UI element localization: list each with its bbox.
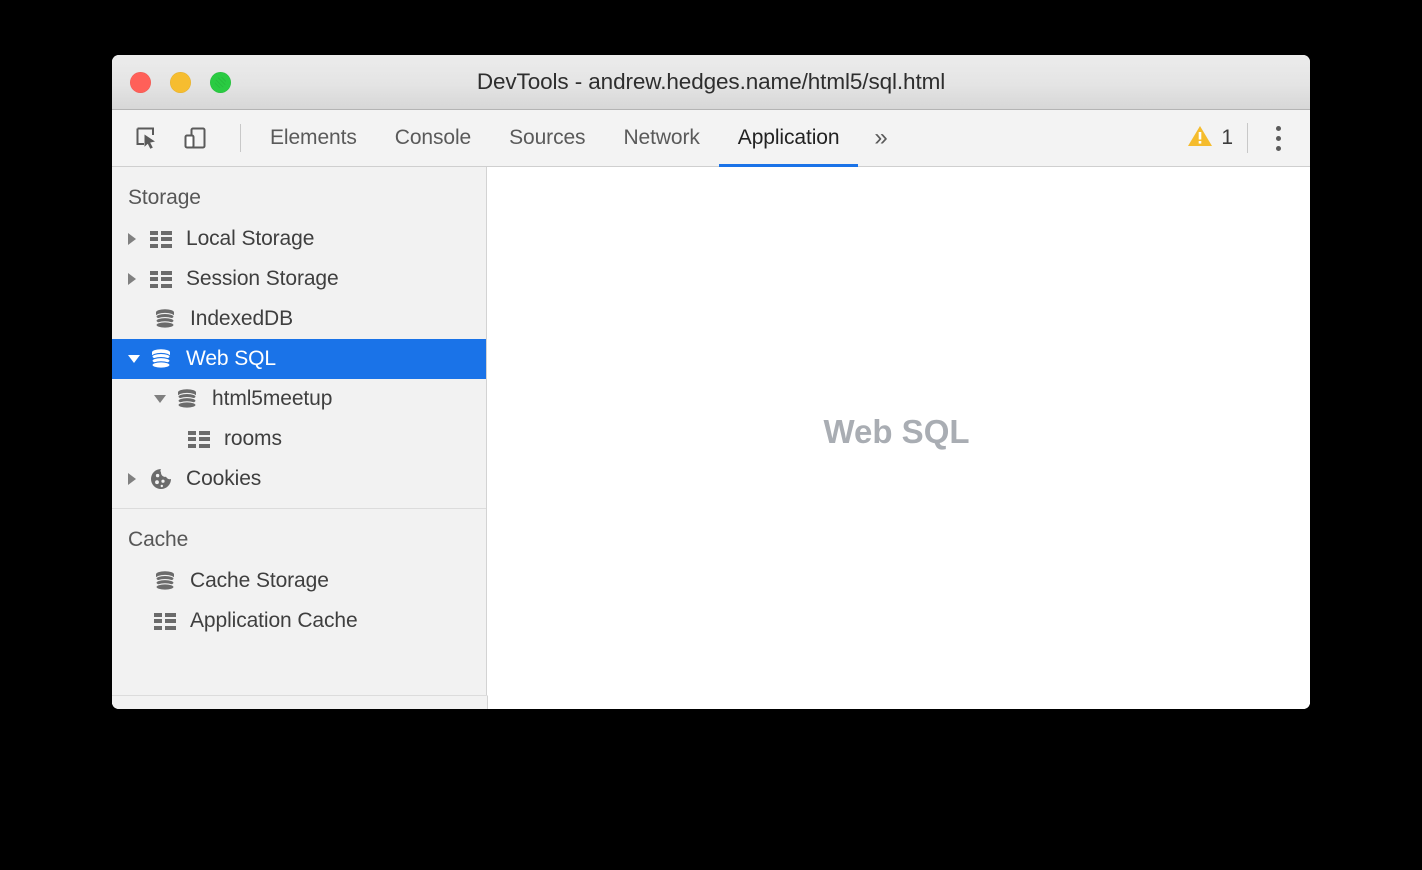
- window-title: DevTools - andrew.hedges.name/html5/sql.…: [112, 69, 1310, 95]
- window-bottom-strip: [112, 695, 1310, 709]
- devtools-content: Storage Local Storage Session Storage: [112, 167, 1310, 708]
- sidebar-item-label: IndexedDB: [190, 307, 293, 331]
- collapse-arrow-icon[interactable]: [128, 355, 150, 363]
- tab-sources[interactable]: Sources: [490, 110, 604, 166]
- tab-network[interactable]: Network: [604, 110, 718, 166]
- table-icon: [188, 431, 216, 448]
- sidebar-item-cache-storage[interactable]: Cache Storage: [112, 561, 486, 601]
- database-icon: [154, 571, 182, 591]
- sidebar-item-session-storage[interactable]: Session Storage: [112, 259, 486, 299]
- devtools-window: DevTools - andrew.hedges.name/html5/sql.…: [112, 55, 1310, 709]
- table-icon: [154, 613, 182, 630]
- sidebar-item-label: html5meetup: [212, 387, 332, 411]
- section-title-cache: Cache: [112, 523, 486, 561]
- devtools-tab-bar: Elements Console Sources Network Applica…: [251, 110, 902, 166]
- application-main-panel: Web SQL: [487, 167, 1310, 708]
- warning-count: 1: [1221, 126, 1233, 150]
- sidebar-item-local-storage[interactable]: Local Storage: [112, 219, 486, 259]
- expand-arrow-icon[interactable]: [128, 233, 150, 245]
- maximize-window-button[interactable]: [210, 72, 231, 93]
- collapse-arrow-icon[interactable]: [154, 395, 176, 403]
- cookie-icon: [150, 468, 178, 490]
- sidebar-item-application-cache[interactable]: Application Cache: [112, 601, 486, 641]
- database-icon: [154, 309, 182, 329]
- database-icon: [150, 349, 178, 369]
- sidebar-item-rooms[interactable]: rooms: [112, 419, 486, 459]
- sidebar-item-web-sql[interactable]: Web SQL: [112, 339, 486, 379]
- section-title-storage: Storage: [112, 181, 486, 219]
- window-titlebar: DevTools - andrew.hedges.name/html5/sql.…: [112, 55, 1310, 110]
- sidebar-item-label: Cookies: [186, 467, 261, 491]
- tab-elements[interactable]: Elements: [251, 110, 376, 166]
- panel-placeholder-title: Web SQL: [823, 413, 969, 451]
- more-tabs-icon[interactable]: »: [858, 110, 901, 166]
- application-sidebar: Storage Local Storage Session Storage: [112, 167, 487, 708]
- warning-triangle-icon: [1187, 124, 1213, 153]
- sidebar-item-label: Cache Storage: [190, 569, 329, 593]
- window-bottom-right: [487, 695, 1310, 709]
- tab-application[interactable]: Application: [719, 110, 859, 166]
- toolbar-divider: [240, 124, 241, 152]
- tab-console[interactable]: Console: [376, 110, 490, 166]
- sidebar-section-storage: Storage Local Storage Session Storage: [112, 167, 486, 499]
- expand-arrow-icon[interactable]: [128, 473, 150, 485]
- warning-badge[interactable]: 1: [1187, 124, 1247, 153]
- toolbar-right-divider: [1247, 123, 1248, 153]
- minimize-window-button[interactable]: [170, 72, 191, 93]
- sidebar-section-cache: Cache Cache Storage: [112, 508, 486, 641]
- sidebar-item-label: Session Storage: [186, 267, 339, 291]
- sidebar-item-indexeddb[interactable]: IndexedDB: [112, 299, 486, 339]
- devtools-toolbar: Elements Console Sources Network Applica…: [112, 110, 1310, 167]
- sidebar-item-html5meetup[interactable]: html5meetup: [112, 379, 486, 419]
- inspect-element-icon[interactable]: [130, 121, 164, 155]
- sidebar-item-label: Web SQL: [186, 347, 276, 371]
- traffic-light-group: [130, 55, 231, 109]
- sidebar-item-label: rooms: [224, 427, 282, 451]
- sidebar-item-cookies[interactable]: Cookies: [112, 459, 486, 499]
- toolbar-left-icons: [112, 121, 251, 155]
- expand-arrow-icon[interactable]: [128, 273, 150, 285]
- sidebar-item-label: Local Storage: [186, 227, 314, 251]
- device-toolbar-icon[interactable]: [178, 121, 212, 155]
- toolbar-right-group: 1: [1187, 121, 1310, 155]
- database-icon: [176, 389, 204, 409]
- table-icon: [150, 231, 178, 248]
- table-icon: [150, 271, 178, 288]
- kebab-menu-icon[interactable]: [1262, 121, 1294, 155]
- sidebar-item-label: Application Cache: [190, 609, 358, 633]
- close-window-button[interactable]: [130, 72, 151, 93]
